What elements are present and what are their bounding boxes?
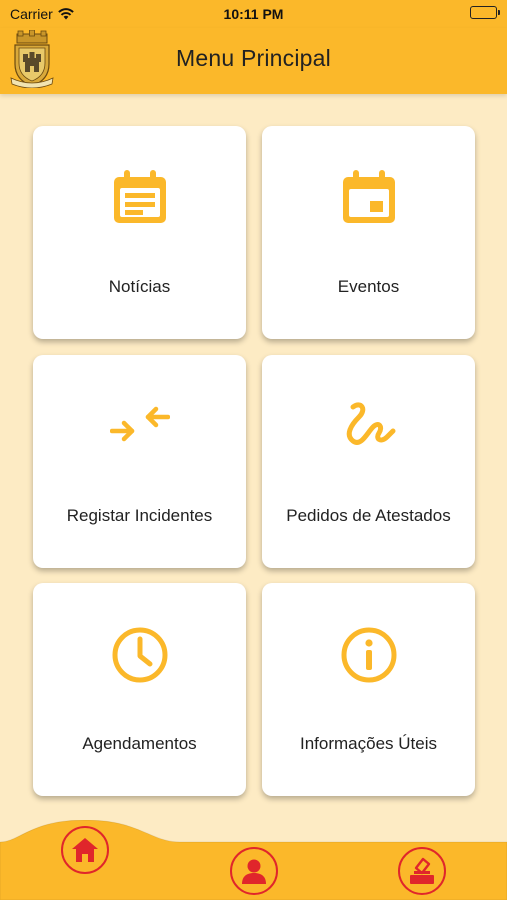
calendar-event-icon [342, 170, 395, 223]
arrows-swap-icon [109, 406, 170, 442]
nav-home-button[interactable] [61, 826, 109, 874]
menu-card-pedidos-de-atestados[interactable]: Pedidos de Atestados [262, 355, 475, 568]
news-icon [113, 170, 166, 223]
menu-card-registar-incidentes[interactable]: Registar Incidentes [33, 355, 246, 568]
clock-icon [112, 627, 167, 683]
menu-card-label: Informações Úteis [300, 734, 437, 753]
status-bar: Carrier 10:11 PM [0, 0, 507, 28]
nav-profile-button[interactable] [230, 847, 278, 895]
app-header: Menu Principal [0, 28, 507, 94]
menu-card-label: Notícias [108, 277, 171, 296]
menu-card-eventos[interactable]: Eventos [262, 126, 475, 339]
clock-time: 10:11 PM [223, 6, 284, 22]
menu-card-label: Registar Incidentes [66, 506, 213, 525]
menu-card-agendamentos[interactable]: Agendamentos [33, 583, 246, 796]
vote-icon [410, 857, 434, 884]
menu-card-noticias[interactable]: Notícias [33, 126, 246, 339]
menu-card-label: Agendamentos [82, 734, 197, 753]
bottom-navigation [0, 820, 507, 900]
info-icon [341, 627, 396, 683]
battery-icon [470, 6, 500, 19]
menu-card-label: Eventos [337, 277, 400, 296]
nav-vote-button[interactable] [398, 847, 446, 895]
menu-card-label: Pedidos de Atestados [286, 506, 451, 525]
home-icon [72, 838, 98, 862]
menu-card-informacoes-uteis[interactable]: Informações Úteis [262, 583, 475, 796]
user-icon [242, 859, 266, 884]
signature-icon [346, 402, 395, 445]
page-title: Menu Principal [176, 45, 331, 71]
